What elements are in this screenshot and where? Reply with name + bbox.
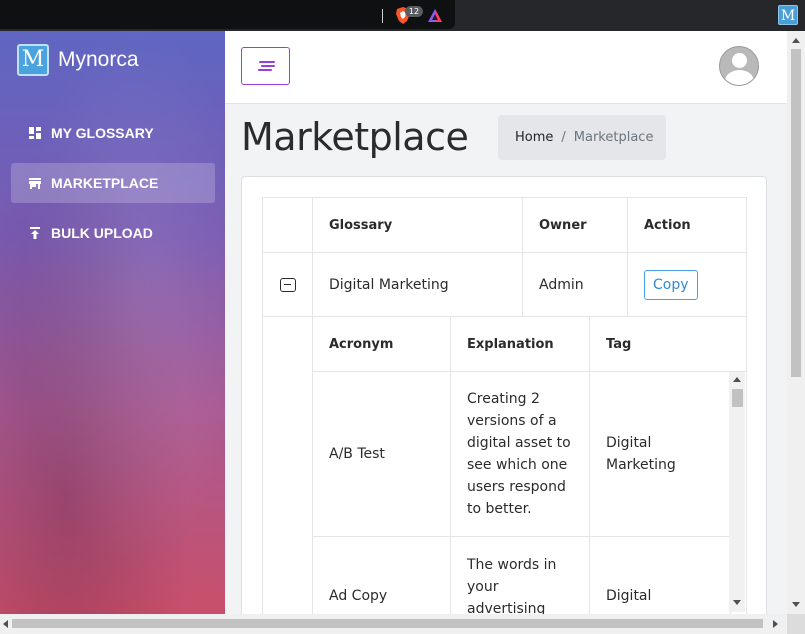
table-cell: Copy xyxy=(627,252,747,317)
scroll-down-arrow-icon[interactable] xyxy=(792,602,800,607)
dashboard-icon xyxy=(29,127,41,139)
table-row: Ad Copy xyxy=(312,536,451,614)
sidebar-toggle-button[interactable] xyxy=(241,47,290,85)
collapse-row-icon[interactable] xyxy=(279,277,296,292)
column-header-glossary: Glossary xyxy=(329,217,393,233)
acronym-cell: A/B Test xyxy=(329,446,385,462)
top-navbar xyxy=(225,31,787,104)
inner-table-scrollbar[interactable] xyxy=(729,372,745,612)
table-cell: Creating 2 versions of a digital asset t… xyxy=(450,371,590,537)
table-cell: Digital Marketing xyxy=(589,371,731,537)
brand[interactable]: M Mynorca xyxy=(17,44,139,76)
tag-cell: Digital Marketing xyxy=(606,435,676,473)
sidebar-item-my-glossary[interactable]: MY GLOSSARY xyxy=(11,113,215,153)
sidebar-item-marketplace[interactable]: MARKETPLACE xyxy=(11,163,215,203)
main-content: Marketplace Home / Marketplace Glossary … xyxy=(225,31,787,614)
column-header-owner: Owner xyxy=(539,217,587,233)
scroll-down-arrow-icon[interactable] xyxy=(733,600,741,605)
upload-icon xyxy=(30,227,40,239)
table-header-cell: Tag xyxy=(589,316,747,372)
tag-cell: Digital xyxy=(606,588,652,604)
user-body-icon xyxy=(725,70,754,85)
table-header-cell: Acronym xyxy=(312,316,451,372)
sidebar-item-label: MARKETPLACE xyxy=(51,175,159,191)
toolbar-divider xyxy=(382,9,383,23)
brand-logo-icon: M xyxy=(17,44,49,76)
scroll-right-arrow-icon[interactable] xyxy=(773,620,778,628)
table-cell: Digital xyxy=(589,536,731,614)
glossary-owner: Admin xyxy=(539,276,584,293)
column-header-tag: Tag xyxy=(606,336,632,352)
scrollbar-corner xyxy=(787,614,805,634)
explanation-cell: The words in your advertising xyxy=(467,557,557,614)
page-title: Marketplace xyxy=(241,115,469,159)
page-horizontal-scrollbar[interactable] xyxy=(0,614,787,634)
sidebar-item-label: BULK UPLOAD xyxy=(51,225,153,241)
mynorca-extension-icon[interactable]: M xyxy=(778,5,798,25)
breadcrumb: Home / Marketplace xyxy=(498,115,666,160)
table-row-toggle-cell xyxy=(262,252,313,317)
brand-name: Mynorca xyxy=(58,48,139,71)
sidebar-item-label: MY GLOSSARY xyxy=(51,125,154,141)
breadcrumb-separator: / xyxy=(561,130,566,145)
glossary-name: Digital Marketing xyxy=(329,276,449,293)
scroll-left-arrow-icon[interactable] xyxy=(3,620,8,628)
brave-shield-count-badge: 12 xyxy=(405,6,423,17)
browser-toolbar: 12 M xyxy=(0,0,805,31)
table-header-cell: Glossary xyxy=(312,197,523,253)
breadcrumb-current: Marketplace xyxy=(573,130,654,145)
store-icon xyxy=(29,178,41,189)
column-header-acronym: Acronym xyxy=(329,336,394,352)
column-header-explanation: Explanation xyxy=(467,336,554,352)
table-cell: Admin xyxy=(522,252,628,317)
page-vertical-scrollbar[interactable] xyxy=(787,31,805,614)
scroll-up-arrow-icon[interactable] xyxy=(733,377,741,382)
column-header-action: Action xyxy=(644,217,691,233)
sidebar: M Mynorca MY GLOSSARY MARKETPLACE BULK U… xyxy=(0,31,225,614)
table-cell: The words in your advertising xyxy=(450,536,590,614)
table-cell: Digital Marketing xyxy=(312,252,523,317)
scroll-up-arrow-icon[interactable] xyxy=(792,38,800,43)
tab-strip xyxy=(0,0,455,29)
avatar[interactable] xyxy=(719,46,759,86)
explanation-cell: Creating 2 versions of a digital asset t… xyxy=(467,391,571,517)
brave-rewards-icon[interactable] xyxy=(427,8,443,23)
scrollbar-thumb[interactable] xyxy=(791,49,801,377)
table-header-cell: Owner xyxy=(522,197,628,253)
page-viewport: M Mynorca MY GLOSSARY MARKETPLACE BULK U… xyxy=(0,31,787,614)
table-header-cell xyxy=(262,197,313,253)
user-head-icon xyxy=(732,53,747,68)
sidebar-item-bulk-upload[interactable]: BULK UPLOAD xyxy=(11,213,215,253)
table-row: A/B Test xyxy=(312,371,451,537)
acronym-cell: Ad Copy xyxy=(329,588,388,604)
copy-button[interactable]: Copy xyxy=(644,269,698,300)
table-header-cell: Action xyxy=(627,197,747,253)
breadcrumb-home-link[interactable]: Home xyxy=(515,130,553,145)
scrollbar-thumb[interactable] xyxy=(732,389,743,407)
scrollbar-thumb[interactable] xyxy=(12,619,763,628)
table-header-cell: Explanation xyxy=(450,316,590,372)
